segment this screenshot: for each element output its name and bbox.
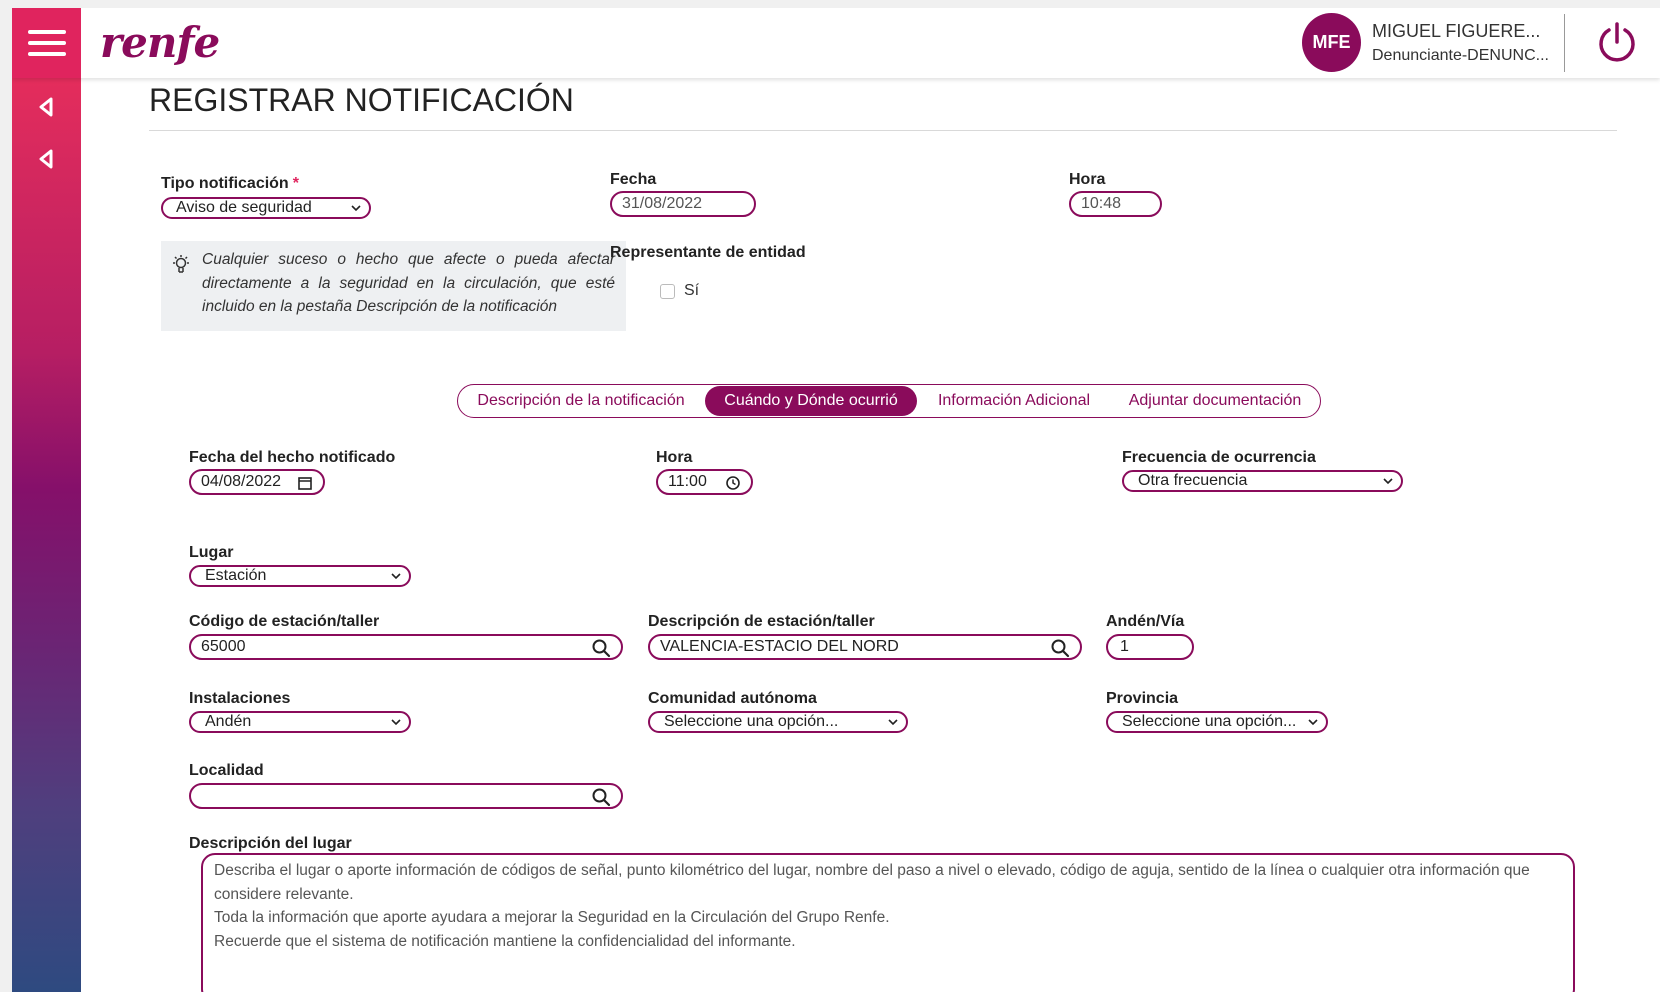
user-avatar[interactable]: MFE xyxy=(1302,13,1361,72)
chevron-down-icon xyxy=(888,719,898,726)
fecha-field[interactable]: 31/08/2022 xyxy=(610,191,756,217)
comunidad-autonoma-select[interactable]: Seleccione una opción... xyxy=(648,711,908,733)
tipo-notificacion-value: Aviso de seguridad xyxy=(176,199,312,216)
codigo-estacion-value: 65000 xyxy=(201,638,246,655)
back-left-icon[interactable] xyxy=(36,148,58,170)
fecha-hecho-input[interactable]: 04/08/2022 xyxy=(189,469,325,495)
tipo-notificacion-select[interactable]: Aviso de seguridad xyxy=(161,197,371,219)
hora-label: Hora xyxy=(1069,171,1106,188)
hora-hecho-label: Hora xyxy=(656,449,693,466)
tab-cuando-donde[interactable]: Cuándo y Dónde ocurrió xyxy=(705,386,917,416)
provincia-value: Seleccione una opción... xyxy=(1122,713,1297,730)
tab-adjuntar-documentacion[interactable]: Adjuntar documentación xyxy=(1111,386,1319,416)
search-icon[interactable] xyxy=(591,787,611,807)
page-title: REGISTRAR NOTIFICACIÓN xyxy=(149,82,574,118)
localidad-input[interactable] xyxy=(189,783,623,809)
tab-descripcion[interactable]: Descripción de la notificación xyxy=(459,386,703,416)
fecha-hecho-label: Fecha del hecho notificado xyxy=(189,449,396,466)
fecha-hecho-value: 04/08/2022 xyxy=(201,473,282,490)
lightbulb-icon xyxy=(173,255,189,273)
descripcion-estacion-input[interactable]: VALENCIA-ESTACIO DEL NORD xyxy=(648,634,1082,660)
descripcion-lugar-placeholder-line: Recuerde que el sistema de notificación … xyxy=(214,932,796,950)
user-role: Denunciante-DENUNC... xyxy=(1372,47,1549,64)
clock-icon[interactable] xyxy=(725,475,741,491)
descripcion-lugar-label: Descripción del lugar xyxy=(189,835,352,852)
power-logout-icon[interactable] xyxy=(1595,20,1639,64)
codigo-estacion-input[interactable]: 65000 xyxy=(189,634,623,660)
hora-hecho-input[interactable]: 11:00 xyxy=(656,469,753,495)
hora-hecho-value: 11:00 xyxy=(668,473,707,490)
info-text: Cualquier suceso o hecho que afecte o pu… xyxy=(202,251,615,315)
anden-via-input[interactable]: 1 xyxy=(1106,634,1194,660)
provincia-label: Provincia xyxy=(1106,690,1179,707)
user-name: MIGUEL FIGUERE... xyxy=(1372,21,1541,41)
frecuencia-value: Otra frecuencia xyxy=(1138,472,1248,489)
localidad-label: Localidad xyxy=(189,762,264,779)
descripcion-lugar-placeholder-line: Toda la información que aporte ayudara a… xyxy=(214,909,890,926)
fecha-label: Fecha xyxy=(610,171,657,188)
hora-field[interactable]: 10:48 xyxy=(1069,191,1162,217)
hamburger-menu-icon[interactable] xyxy=(12,8,81,78)
representante-checkbox[interactable] xyxy=(660,284,675,299)
app-window: renfe MFE MIGUEL FIGUERE... Denunciante-… xyxy=(12,8,1660,992)
comunidad-autonoma-value: Seleccione una opción... xyxy=(664,713,839,730)
title-divider xyxy=(149,130,1617,131)
search-icon[interactable] xyxy=(591,638,611,658)
representante-label: Representante de entidad xyxy=(610,244,806,261)
calendar-icon[interactable] xyxy=(297,475,313,491)
lugar-label: Lugar xyxy=(189,544,234,561)
representante-option-label: Sí xyxy=(684,282,700,299)
instalaciones-select[interactable]: Andén xyxy=(189,711,411,733)
section-tabs: Descripción de la notificación Cuándo y … xyxy=(457,384,1321,418)
tab-informacion-adicional[interactable]: Información Adicional xyxy=(919,386,1109,416)
chevron-down-icon xyxy=(391,719,401,726)
anden-via-label: Andén/Vía xyxy=(1106,613,1185,630)
tipo-notificacion-label: Tipo notificación * xyxy=(161,175,299,192)
descripcion-estacion-label: Descripción de estación/taller xyxy=(648,613,875,630)
provincia-select[interactable]: Seleccione una opción... xyxy=(1106,711,1328,733)
required-asterisk: * xyxy=(292,175,299,192)
top-header: renfe MFE MIGUEL FIGUERE... Denunciante-… xyxy=(12,8,1660,78)
lugar-select[interactable]: Estación xyxy=(189,565,411,587)
chevron-down-icon xyxy=(351,205,361,212)
tipo-info-box: Cualquier suceso o hecho que afecte o pu… xyxy=(161,241,626,331)
chevron-down-icon xyxy=(1308,719,1318,726)
frecuencia-label: Frecuencia de ocurrencia xyxy=(1122,449,1316,466)
codigo-estacion-label: Código de estación/taller xyxy=(189,613,380,630)
instalaciones-label: Instalaciones xyxy=(189,690,291,707)
descripcion-lugar-placeholder-line: Describa el lugar o aporte información d… xyxy=(214,862,1530,903)
lugar-value: Estación xyxy=(205,567,267,584)
descripcion-estacion-value: VALENCIA-ESTACIO DEL NORD xyxy=(660,638,899,655)
left-sidebar xyxy=(12,78,81,992)
chevron-down-icon xyxy=(1383,478,1393,485)
chevron-down-icon xyxy=(391,573,401,580)
frecuencia-select[interactable]: Otra frecuencia xyxy=(1122,470,1403,492)
comunidad-autonoma-label: Comunidad autónoma xyxy=(648,690,817,707)
search-icon[interactable] xyxy=(1050,638,1070,658)
collapse-left-icon[interactable] xyxy=(36,96,58,118)
renfe-logo[interactable]: renfe xyxy=(100,18,220,67)
descripcion-lugar-textarea[interactable]: Describa el lugar o aporte información d… xyxy=(201,853,1575,992)
header-divider xyxy=(1564,14,1565,72)
instalaciones-value: Andén xyxy=(205,713,252,730)
